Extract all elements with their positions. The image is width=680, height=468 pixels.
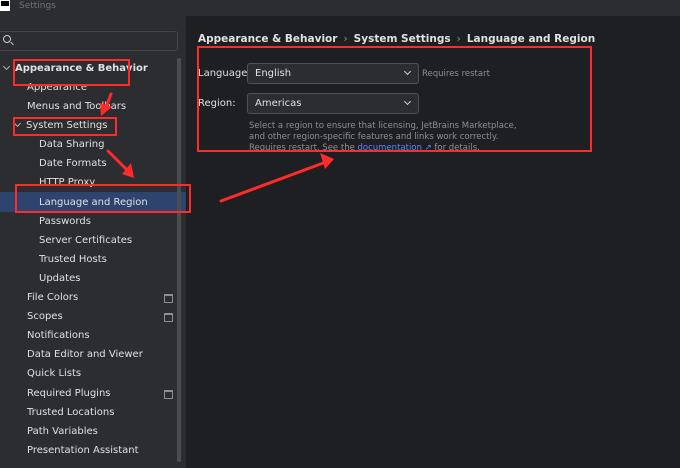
tree-item-trusted-hosts[interactable]: Trusted Hosts: [39, 250, 107, 269]
search-input[interactable]: [0, 31, 178, 51]
tree-item-scopes[interactable]: Scopes: [27, 307, 63, 326]
title-bar: Settings: [0, 0, 680, 16]
annotation-box: [13, 59, 130, 86]
tree-item-data-sharing[interactable]: Data Sharing: [39, 135, 104, 154]
annotation-box: [197, 46, 592, 152]
project-scope-icon: [164, 313, 173, 322]
annotation-arrow: [219, 160, 328, 203]
breadcrumb-item: Language and Region: [466, 33, 596, 45]
search-icon: [3, 35, 11, 43]
annotation-box: [15, 184, 191, 213]
tree-item-trusted-locations[interactable]: Trusted Locations: [27, 403, 114, 422]
chevron-right-icon: ›: [456, 33, 461, 45]
tree-item-passwords[interactable]: Passwords: [39, 212, 91, 231]
chevron-down-icon: [2, 62, 11, 71]
project-scope-icon: [164, 390, 173, 399]
tree-item-path-variables[interactable]: Path Variables: [27, 422, 98, 441]
tree-item-file-colors[interactable]: File Colors: [27, 288, 78, 307]
tree-item-date-formats[interactable]: Date Formats: [39, 154, 107, 173]
tree-item-updates[interactable]: Updates: [39, 269, 80, 288]
window-title: Settings: [19, 1, 56, 11]
tree-item-required-plugins[interactable]: Required Plugins: [27, 384, 111, 403]
tree-item-server-certificates[interactable]: Server Certificates: [39, 231, 132, 250]
tree-item-quick-lists[interactable]: Quick Lists: [27, 364, 81, 383]
breadcrumb: Appearance & Behavior › System Settings › La…: [198, 33, 595, 45]
project-scope-icon: [164, 294, 173, 303]
annotation-box: [13, 117, 117, 136]
tree-item-menus-toolbars[interactable]: Menus and Toolbars: [27, 97, 126, 116]
breadcrumb-item[interactable]: Appearance & Behavior: [198, 33, 337, 45]
breadcrumb-item[interactable]: System Settings: [354, 33, 451, 45]
arrowhead: [320, 153, 334, 169]
tree-item-data-editor-viewer[interactable]: Data Editor and Viewer: [27, 345, 143, 364]
app-logo-icon: [0, 0, 10, 11]
chevron-right-icon: ›: [343, 33, 348, 45]
tree-item-presentation-assistant[interactable]: Presentation Assistant: [27, 441, 139, 460]
sidebar-scrollbar[interactable]: [177, 58, 181, 462]
tree-item-notifications[interactable]: Notifications: [27, 326, 90, 345]
